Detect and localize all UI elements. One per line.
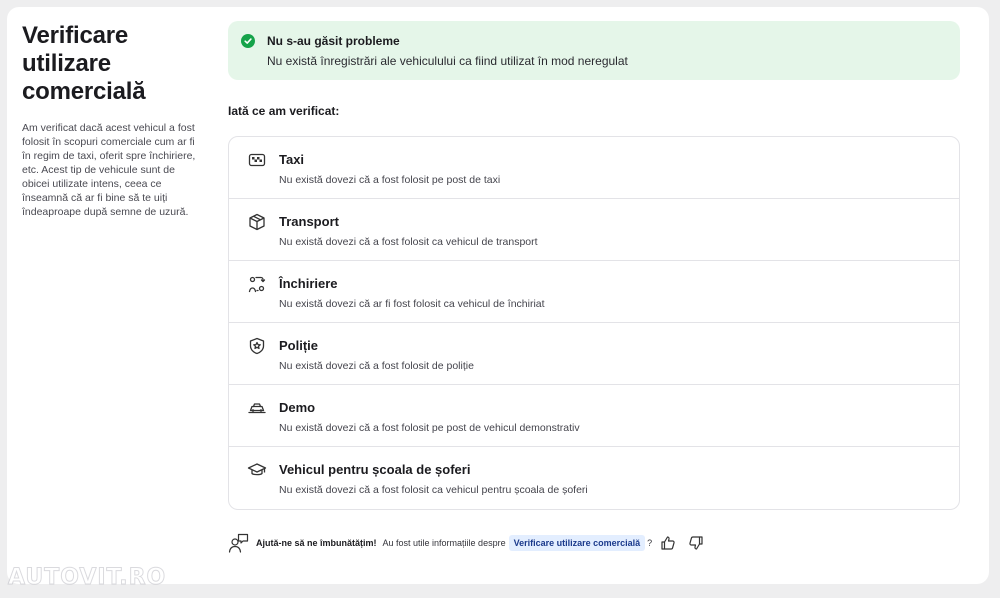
check-title: Transport	[279, 214, 339, 229]
check-text: Nu există dovezi că ar fi fost folosit c…	[279, 298, 545, 310]
check-row-demo: Demo Nu există dovezi că a fost folosit …	[229, 385, 959, 447]
check-title: Închiriere	[279, 276, 338, 291]
feedback-question-mark: ?	[647, 538, 653, 548]
check-text: Nu există dovezi că a fost folosit pe po…	[279, 422, 580, 434]
check-circle-icon	[241, 34, 255, 48]
check-title: Taxi	[279, 152, 305, 167]
page-description: Am verificat dacă acest vehicul a fost f…	[22, 122, 196, 218]
feedback-person-icon	[228, 532, 250, 554]
thumbs-up-button[interactable]	[660, 535, 676, 551]
alert-text: Nu există înregistrări ale vehiculului c…	[267, 54, 628, 68]
box-icon	[247, 212, 267, 232]
police-badge-icon	[247, 336, 267, 356]
check-row-inchiriere: Închiriere Nu există dovezi că ar fi fos…	[229, 261, 959, 323]
page-title: Verificare utilizare comercială	[22, 22, 146, 105]
taxi-icon	[247, 150, 267, 170]
check-title: Poliție	[279, 338, 319, 353]
thumbs-down-button[interactable]	[688, 535, 704, 551]
watermark-logo: AUTOVIT.RO	[7, 565, 167, 591]
check-row-taxi: Taxi Nu există dovezi că a fost folosit …	[229, 137, 959, 199]
alert-title: Nu s-au găsit probleme	[267, 34, 400, 48]
rental-swap-icon	[247, 274, 267, 294]
check-row-scoala-soferi: Vehicul pentru școala de șoferi Nu exist…	[229, 447, 959, 509]
check-text: Nu există dovezi că a fost folosit ca ve…	[279, 484, 588, 496]
check-row-transport: Transport Nu există dovezi că a fost fol…	[229, 199, 959, 261]
success-alert: Nu s-au găsit probleme Nu există înregis…	[228, 21, 960, 80]
feedback-bar: Ajută-ne să ne îmbunătățim! Au fost util…	[228, 532, 728, 554]
feedback-topic-chip: Verificare utilizare comercială	[508, 535, 646, 551]
checks-list: Taxi Nu există dovezi că a fost folosit …	[228, 136, 960, 510]
check-text: Nu există dovezi că a fost folosit ca ve…	[279, 236, 538, 248]
check-text: Nu există dovezi că a fost folosit de po…	[279, 360, 474, 372]
check-text: Nu există dovezi că a fost folosit pe po…	[279, 174, 501, 186]
feedback-question: Au fost utile informațiile despre	[382, 538, 506, 548]
left-column: Verificare utilizare comercială Am verif…	[22, 22, 204, 219]
checked-heading: Iată ce am verificat:	[228, 104, 340, 118]
check-title: Vehicul pentru școala de șoferi	[279, 462, 471, 477]
car-demo-icon	[247, 398, 267, 418]
feedback-heading: Ajută-ne să ne îmbunătățim!	[256, 538, 377, 548]
check-title: Demo	[279, 400, 316, 415]
check-row-politie: Poliție Nu există dovezi că a fost folos…	[229, 323, 959, 385]
graduation-cap-icon	[247, 460, 267, 480]
